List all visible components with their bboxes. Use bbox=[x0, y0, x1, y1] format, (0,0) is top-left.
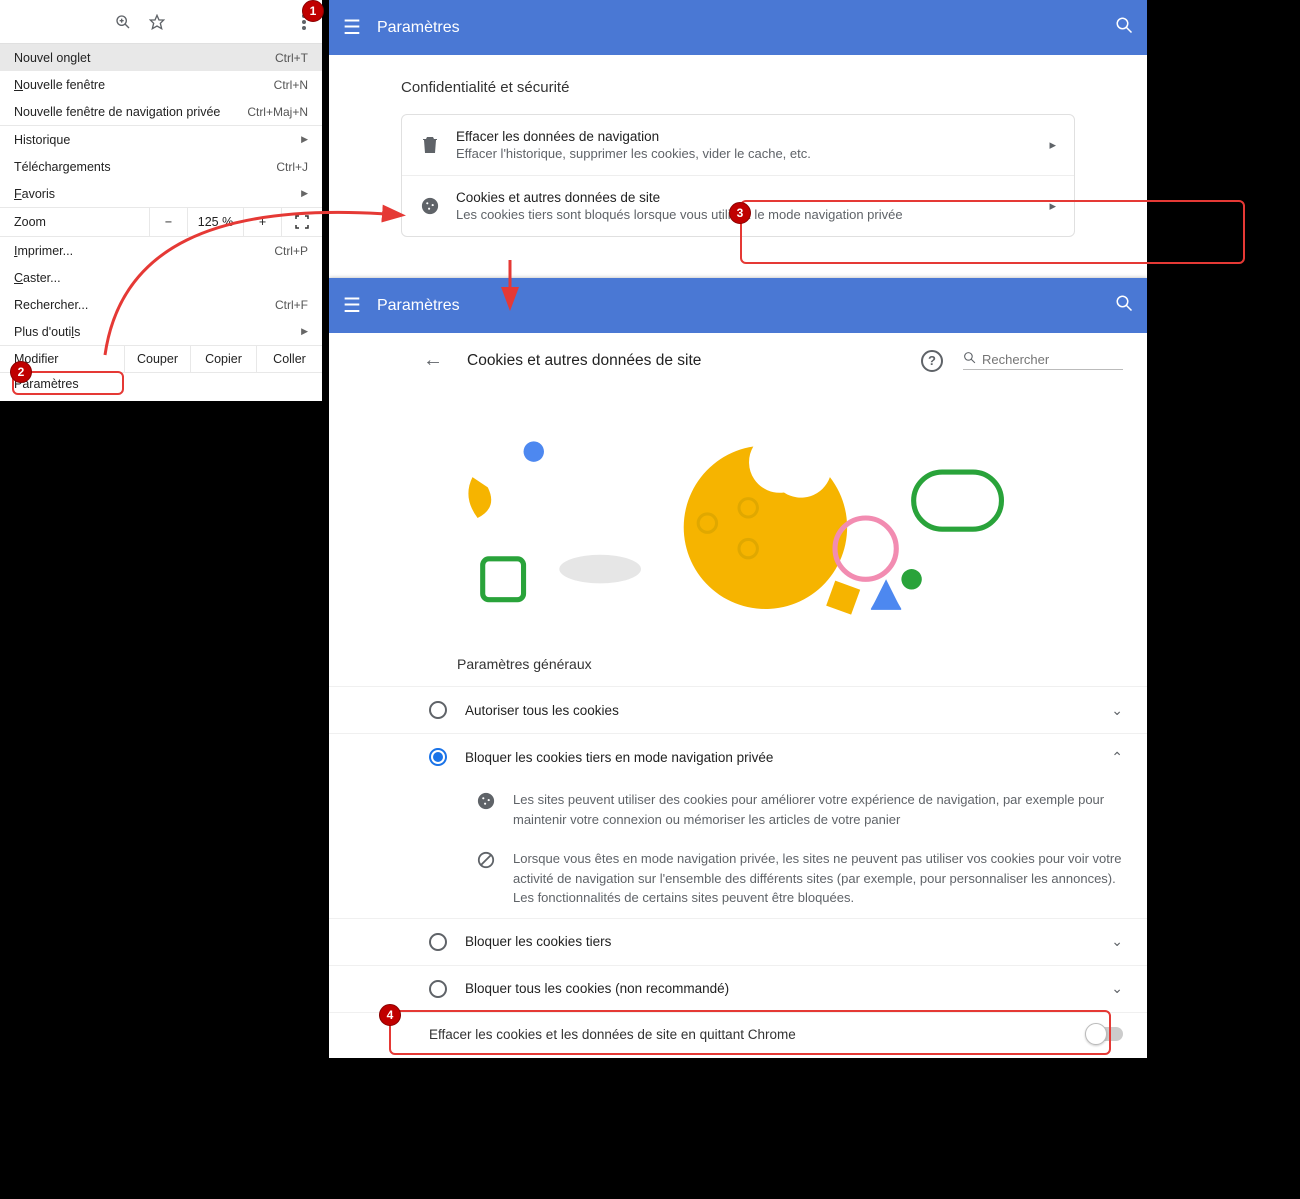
paste-button[interactable]: Coller bbox=[257, 346, 322, 372]
settings-window-privacy: ☰ Paramètres Confidentialité et sécurité… bbox=[329, 0, 1147, 280]
menu-favorites[interactable]: Favoris▶ bbox=[0, 180, 322, 207]
step-badge-4: 4 bbox=[379, 1004, 401, 1026]
settings-title: Paramètres bbox=[377, 19, 1099, 37]
radio-checked[interactable] bbox=[429, 748, 447, 766]
menu-new-tab[interactable]: Nouvel ongletCtrl+T bbox=[0, 44, 322, 71]
menu-new-incognito[interactable]: Nouvelle fenêtre de navigation privéeCtr… bbox=[0, 98, 322, 125]
clear-data-subtitle: Effacer l'historique, supprimer les cook… bbox=[456, 146, 1033, 161]
search-icon[interactable] bbox=[1115, 294, 1133, 317]
description-row-2: Lorsque vous êtes en mode navigation pri… bbox=[329, 839, 1147, 918]
cookie-icon-small bbox=[477, 790, 495, 829]
search-input[interactable] bbox=[982, 352, 1123, 367]
settings-window-cookies: ☰ Paramètres ← Cookies et autres données… bbox=[329, 278, 1147, 1058]
expand-icon[interactable]: ⌄ bbox=[1111, 980, 1123, 997]
star-icon[interactable] bbox=[146, 11, 168, 33]
menu-history[interactable]: Historique▶ bbox=[0, 126, 322, 153]
highlight-step-4 bbox=[389, 1010, 1111, 1055]
cookies-illustration bbox=[401, 408, 1075, 628]
expand-icon[interactable]: ⌄ bbox=[1111, 933, 1123, 950]
highlight-step-3 bbox=[740, 200, 1245, 264]
chrome-menu-panel: 1 Nouvel ongletCtrl+T Nouvelle fenêtreCt… bbox=[0, 0, 322, 401]
more-menu-button[interactable]: 1 bbox=[292, 10, 316, 34]
search-icon-small bbox=[963, 351, 976, 367]
help-icon[interactable]: ? bbox=[921, 350, 943, 372]
cookies-page-title: Cookies et autres données de site bbox=[467, 352, 901, 370]
menu-new-window[interactable]: Nouvelle fenêtreCtrl+N bbox=[0, 71, 322, 98]
settings-title-2: Paramètres bbox=[377, 297, 1099, 315]
radio-unchecked[interactable] bbox=[429, 701, 447, 719]
menu-icon[interactable]: ☰ bbox=[343, 15, 361, 40]
menu-edit-row: Modifier Couper Copier Coller bbox=[0, 345, 322, 373]
zoom-icon[interactable] bbox=[112, 11, 134, 33]
settings-header-2: ☰ Paramètres bbox=[329, 278, 1147, 333]
expand-icon[interactable]: ⌄ bbox=[1111, 702, 1123, 719]
search-icon[interactable] bbox=[1115, 16, 1133, 39]
step-badge-1: 1 bbox=[302, 0, 324, 22]
collapse-icon[interactable]: ⌃ bbox=[1111, 749, 1123, 766]
option-block-third[interactable]: Bloquer les cookies tiers ⌄ bbox=[329, 918, 1147, 965]
radio-unchecked[interactable] bbox=[429, 980, 447, 998]
arrow-3-down bbox=[500, 260, 530, 320]
step-badge-2: 2 bbox=[10, 361, 32, 383]
description-row-1: Les sites peuvent utiliser des cookies p… bbox=[329, 780, 1147, 839]
clear-browsing-data-row[interactable]: Effacer les données de navigation Efface… bbox=[402, 115, 1074, 176]
option-block-third-incognito[interactable]: Bloquer les cookies tiers en mode naviga… bbox=[329, 733, 1147, 780]
settings-header: ☰ Paramètres bbox=[329, 0, 1147, 55]
search-field[interactable] bbox=[963, 351, 1123, 370]
browser-toolbar-fragment: 1 bbox=[0, 0, 322, 44]
option-block-all[interactable]: Bloquer tous les cookies (non recommandé… bbox=[329, 965, 1147, 1012]
option-allow-all[interactable]: Autoriser tous les cookies ⌄ bbox=[329, 686, 1147, 733]
cut-button[interactable]: Couper bbox=[125, 346, 191, 372]
menu-settings[interactable]: Paramètres 2 bbox=[0, 373, 322, 401]
step-badge-3: 3 bbox=[729, 202, 751, 224]
general-settings-title: Paramètres généraux bbox=[329, 648, 1147, 686]
cookies-page-header: ← Cookies et autres données de site ? bbox=[329, 333, 1147, 388]
arrow-2-to-3 bbox=[90, 210, 440, 330]
menu-downloads[interactable]: TéléchargementsCtrl+J bbox=[0, 153, 322, 180]
privacy-section-title: Confidentialité et sécurité bbox=[329, 55, 1147, 114]
back-button[interactable]: ← bbox=[423, 349, 447, 372]
copy-button[interactable]: Copier bbox=[191, 346, 257, 372]
chevron-right-icon: ▸ bbox=[1049, 137, 1056, 153]
radio-unchecked[interactable] bbox=[429, 933, 447, 951]
block-icon bbox=[477, 849, 495, 908]
clear-data-title: Effacer les données de navigation bbox=[456, 129, 1033, 144]
trash-icon bbox=[420, 136, 440, 154]
